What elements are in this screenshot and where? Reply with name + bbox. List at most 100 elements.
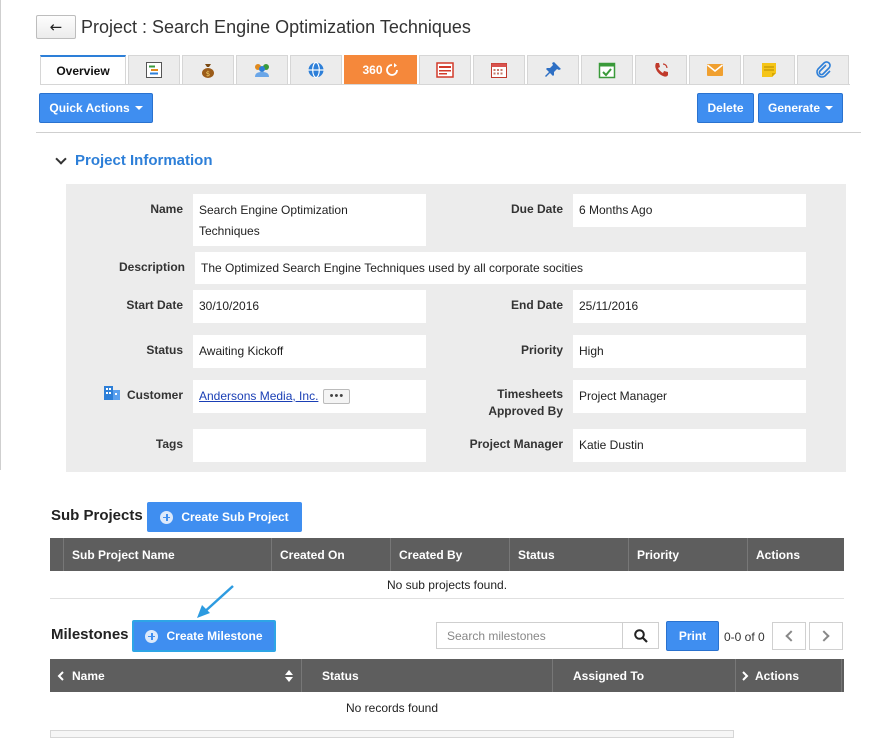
svg-text:$: $	[206, 70, 210, 78]
chevron-right-icon	[742, 670, 749, 681]
milestones-title: Milestones	[51, 626, 129, 643]
sub-projects-empty-message: No sub projects found.	[50, 571, 844, 599]
team-icon	[255, 64, 269, 77]
column-created-by[interactable]: Created By	[391, 538, 510, 571]
money-bag-icon: $	[202, 64, 214, 78]
status-value: Awaiting Kickoff	[193, 335, 426, 368]
sort-icon	[285, 669, 293, 682]
search-input[interactable]	[437, 623, 622, 648]
end-date-value: 25/11/2016	[573, 290, 806, 323]
timesheets-label-line2: Approved By	[488, 404, 563, 418]
refresh-360-icon	[385, 63, 398, 76]
task-check-icon	[598, 62, 616, 79]
section-divider	[36, 132, 861, 133]
column-milestone-actions[interactable]: Actions	[736, 659, 842, 692]
priority-label: Priority	[520, 343, 563, 357]
column-created-on[interactable]: Created On	[272, 538, 391, 571]
tab-pin[interactable]	[527, 55, 579, 84]
create-sub-project-button[interactable]: Create Sub Project	[147, 502, 302, 532]
tab-notes[interactable]	[743, 55, 795, 84]
quick-actions-button[interactable]: Quick Actions	[39, 93, 153, 123]
project-info-header[interactable]: Project Information	[55, 152, 213, 169]
name-value-line2: Techniques	[199, 224, 260, 238]
customer-more-button[interactable]: •••	[323, 389, 351, 404]
collapse-chevron-icon	[55, 152, 67, 165]
page-header: ← Project : Search Engine Optimization T…	[36, 14, 471, 40]
tab-360[interactable]: 360	[344, 55, 417, 84]
pager-next-button[interactable]	[809, 622, 843, 650]
chevron-right-icon	[818, 630, 830, 642]
sticky-note-icon	[762, 63, 776, 77]
column-sub-project-name[interactable]: Sub Project Name	[64, 538, 272, 571]
pager-count: 0-0 of 0	[724, 630, 765, 644]
chevron-down-icon	[825, 106, 834, 110]
column-name[interactable]: Name	[50, 659, 302, 692]
generate-button[interactable]: Generate	[758, 93, 843, 123]
mail-icon	[707, 64, 723, 76]
tab-mail[interactable]	[689, 55, 741, 84]
search-button[interactable]	[622, 623, 658, 648]
milestones-empty-message: No records found	[345, 701, 439, 715]
description-value: The Optimized Search Engine Techniques u…	[195, 252, 806, 284]
back-arrow-icon: ←	[49, 18, 63, 36]
milestones-table-header: Name Status Assigned To Actions	[50, 659, 844, 692]
globe-icon	[308, 61, 324, 79]
print-button[interactable]: Print	[666, 621, 719, 651]
tab-finance[interactable]: $	[182, 55, 234, 84]
priority-value: High	[573, 335, 806, 368]
delete-label: Delete	[707, 101, 744, 115]
paperclip-icon	[816, 61, 831, 78]
generate-label: Generate	[767, 101, 821, 115]
customer-value: Andersons Media, Inc. •••	[193, 380, 426, 413]
print-label: Print	[678, 629, 707, 643]
tab-team[interactable]	[236, 55, 288, 84]
start-date-value: 30/10/2016	[193, 290, 426, 323]
tab-invoice[interactable]	[419, 55, 471, 84]
plus-circle-icon	[160, 510, 174, 524]
column-assigned-to[interactable]: Assigned To	[553, 659, 736, 692]
chevron-down-icon	[134, 106, 143, 110]
tab-task[interactable]	[581, 55, 633, 84]
description-label: Description	[118, 260, 185, 274]
sub-projects-title: Sub Projects	[51, 507, 143, 524]
plus-circle-icon	[145, 629, 159, 643]
create-milestone-label: Create Milestone	[166, 629, 263, 643]
column-priority[interactable]: Priority	[629, 538, 748, 571]
column-milestone-status[interactable]: Status	[302, 659, 553, 692]
left-border	[0, 0, 1, 470]
customer-link[interactable]: Andersons Media, Inc.	[199, 386, 318, 407]
sub-projects-table-header: Sub Project Name Created On Created By S…	[50, 538, 844, 571]
start-date-label: Start Date	[126, 298, 183, 312]
tab-calendar[interactable]	[473, 55, 525, 84]
create-milestone-button[interactable]: Create Milestone	[132, 620, 276, 652]
search-icon	[633, 628, 648, 643]
back-button[interactable]: ←	[36, 15, 76, 39]
tab-call[interactable]	[635, 55, 687, 84]
timesheets-label-line1: Timesheets	[497, 387, 563, 401]
project-info-title: Project Information	[75, 152, 213, 169]
project-manager-label: Project Manager	[469, 437, 563, 451]
gantt-icon	[146, 62, 162, 78]
due-date-label: Due Date	[510, 202, 563, 216]
delete-button[interactable]: Delete	[697, 93, 754, 123]
column-milestone-actions-label: Actions	[755, 668, 800, 683]
calendar-icon	[491, 63, 507, 78]
horizontal-scrollbar[interactable]	[50, 730, 734, 738]
building-icon	[104, 386, 120, 400]
tab-attachments[interactable]	[797, 55, 849, 84]
column-status[interactable]: Status	[510, 538, 629, 571]
pager-prev-button[interactable]	[772, 622, 806, 650]
annotation-arrow-icon	[197, 585, 234, 618]
tab-web[interactable]	[290, 55, 342, 84]
column-actions[interactable]: Actions	[748, 538, 844, 571]
column-name-label: Name	[72, 668, 105, 683]
timesheets-value: Project Manager	[573, 380, 806, 413]
tab-gantt[interactable]	[128, 55, 180, 84]
tab-overview[interactable]: Overview	[40, 55, 126, 84]
tags-label: Tags	[155, 437, 183, 451]
chevron-left-icon	[57, 670, 64, 681]
end-date-label: End Date	[510, 298, 563, 312]
chevron-left-icon	[785, 630, 797, 642]
invoice-icon	[436, 62, 454, 78]
timesheets-label: Timesheets Approved By	[460, 386, 563, 420]
